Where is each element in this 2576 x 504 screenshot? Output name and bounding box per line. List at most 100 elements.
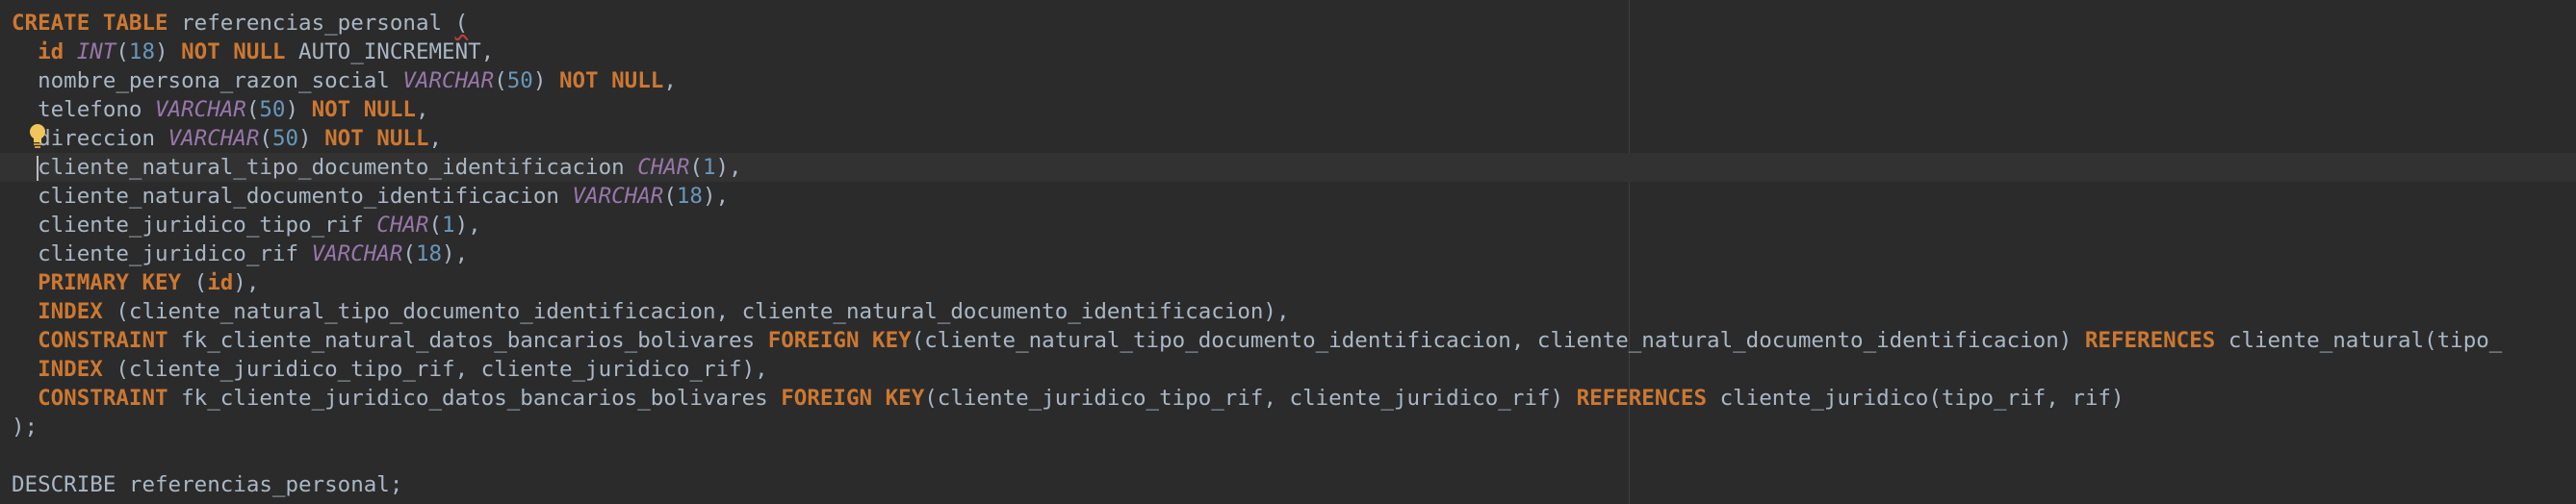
code-token: , bbox=[415, 97, 429, 122]
code-token: VARCHAR bbox=[311, 241, 403, 266]
code-line[interactable]: PRIMARY KEY (id), bbox=[12, 268, 259, 297]
code-token: ) bbox=[298, 126, 325, 151]
code-line[interactable]: CONSTRAINT fk_cliente_juridico_datos_ban… bbox=[12, 384, 2125, 413]
code-token: INT bbox=[76, 39, 116, 64]
code-token: ( bbox=[494, 68, 507, 93]
code-token: id bbox=[207, 270, 234, 295]
code-token: nombre_persona_razon_social bbox=[38, 68, 403, 93]
lightbulb-icon[interactable] bbox=[27, 123, 48, 148]
code-token: 18 bbox=[676, 184, 703, 209]
code-token: ), bbox=[702, 184, 730, 209]
code-token: ( bbox=[454, 11, 469, 36]
code-token: DESCRIBE referencias_personal; bbox=[12, 472, 403, 497]
code-line[interactable]: INDEX (cliente_natural_tipo_documento_id… bbox=[12, 297, 1289, 326]
code-line[interactable]: direccion VARCHAR(50) NOT NULL, bbox=[12, 124, 442, 153]
code-token: NOT NULL bbox=[181, 39, 286, 64]
code-token: REFERENCES bbox=[1576, 386, 1708, 411]
code-token: cliente_juridico_rif bbox=[38, 241, 312, 266]
code-token: INDEX bbox=[38, 299, 103, 324]
code-token: ( bbox=[259, 126, 272, 151]
code-token: VARCHAR bbox=[155, 97, 246, 122]
code-token: id bbox=[38, 39, 64, 64]
right-margin-guide bbox=[1629, 0, 1630, 504]
code-token: NOT NULL bbox=[324, 126, 429, 151]
code-line[interactable]: cliente_natural_documento_identificacion… bbox=[12, 182, 729, 211]
code-token: 50 bbox=[506, 68, 533, 93]
code-token: 1 bbox=[702, 155, 716, 180]
code-line[interactable]: CREATE TABLE referencias_personal ( bbox=[12, 9, 468, 38]
code-token: 50 bbox=[259, 97, 286, 122]
code-line[interactable]: id INT(18) NOT NULL AUTO_INCREMENT, bbox=[12, 38, 494, 66]
code-token: FOREIGN KEY bbox=[767, 328, 912, 353]
code-line[interactable]: nombre_persona_razon_social VARCHAR(50) … bbox=[12, 66, 677, 95]
code-token: (cliente_juridico_tipo_rif, cliente_juri… bbox=[924, 386, 1577, 411]
code-token: ), bbox=[233, 270, 260, 295]
code-token: ( bbox=[181, 270, 208, 295]
code-token: cliente_juridico(tipo_rif, rif) bbox=[1707, 386, 2125, 411]
code-token: cliente_natural(tipo_ bbox=[2215, 328, 2503, 353]
code-token: AUTO_INCREMENT, bbox=[285, 39, 495, 64]
code-token: ), bbox=[715, 155, 742, 180]
code-token: 18 bbox=[415, 241, 443, 266]
code-token: ) bbox=[155, 39, 182, 64]
code-token: ), bbox=[442, 241, 469, 266]
code-token: direccion bbox=[38, 126, 168, 151]
code-token: REFERENCES bbox=[2084, 328, 2216, 353]
code-token: ) bbox=[285, 97, 312, 122]
code-editor[interactable]: CREATE TABLE referencias_personal ( id I… bbox=[0, 0, 2576, 504]
code-line[interactable]: ); bbox=[12, 413, 38, 441]
text-caret bbox=[37, 156, 39, 181]
code-token: (cliente_juridico_tipo_rif, cliente_juri… bbox=[102, 357, 768, 382]
code-token: (cliente_natural_tipo_documento_identifi… bbox=[911, 328, 2085, 353]
code-line[interactable]: CONSTRAINT fk_cliente_natural_datos_banc… bbox=[12, 326, 2502, 355]
code-token: cliente_natural_tipo_documento_identific… bbox=[38, 155, 638, 180]
code-token: CHAR bbox=[637, 155, 690, 180]
code-token: NOT NULL bbox=[311, 97, 416, 122]
code-token: ( bbox=[402, 241, 416, 266]
code-token: ( bbox=[428, 213, 443, 238]
code-token: 50 bbox=[271, 126, 299, 151]
code-token: FOREIGN KEY bbox=[781, 386, 925, 411]
code-token: INDEX bbox=[38, 357, 103, 382]
code-token: ( bbox=[245, 97, 260, 122]
code-token: fk_cliente_juridico_datos_bancarios_boli… bbox=[167, 386, 782, 411]
code-token: fk_cliente_natural_datos_bancarios_boliv… bbox=[167, 328, 768, 353]
code-token: , bbox=[428, 126, 443, 151]
code-line[interactable]: cliente_juridico_tipo_rif CHAR(1), bbox=[12, 211, 481, 239]
code-token: ( bbox=[689, 155, 703, 180]
code-token: cliente_natural_documento_identificacion bbox=[38, 184, 573, 209]
code-line[interactable]: DESCRIBE referencias_personal; bbox=[12, 470, 402, 499]
code-line[interactable]: telefono VARCHAR(50) NOT NULL, bbox=[12, 95, 429, 124]
code-line[interactable]: INDEX (cliente_juridico_tipo_rif, client… bbox=[12, 355, 768, 384]
code-token: ( bbox=[116, 39, 129, 64]
code-token: ) bbox=[532, 68, 559, 93]
code-token: VARCHAR bbox=[167, 126, 260, 151]
code-token: ), bbox=[454, 213, 481, 238]
code-token: CHAR bbox=[376, 213, 429, 238]
code-token: referencias_personal bbox=[167, 11, 455, 36]
code-line[interactable]: cliente_natural_tipo_documento_identific… bbox=[12, 153, 742, 182]
code-token: 1 bbox=[442, 213, 455, 238]
code-token: telefono bbox=[38, 97, 156, 122]
code-line[interactable]: cliente_juridico_rif VARCHAR(18), bbox=[12, 239, 468, 268]
code-token: CONSTRAINT bbox=[38, 328, 168, 353]
code-token: VARCHAR bbox=[402, 68, 495, 93]
code-token: TABLE bbox=[102, 11, 168, 36]
code-token: VARCHAR bbox=[572, 184, 664, 209]
code-token: , bbox=[663, 68, 677, 93]
code-token: 18 bbox=[128, 39, 156, 64]
